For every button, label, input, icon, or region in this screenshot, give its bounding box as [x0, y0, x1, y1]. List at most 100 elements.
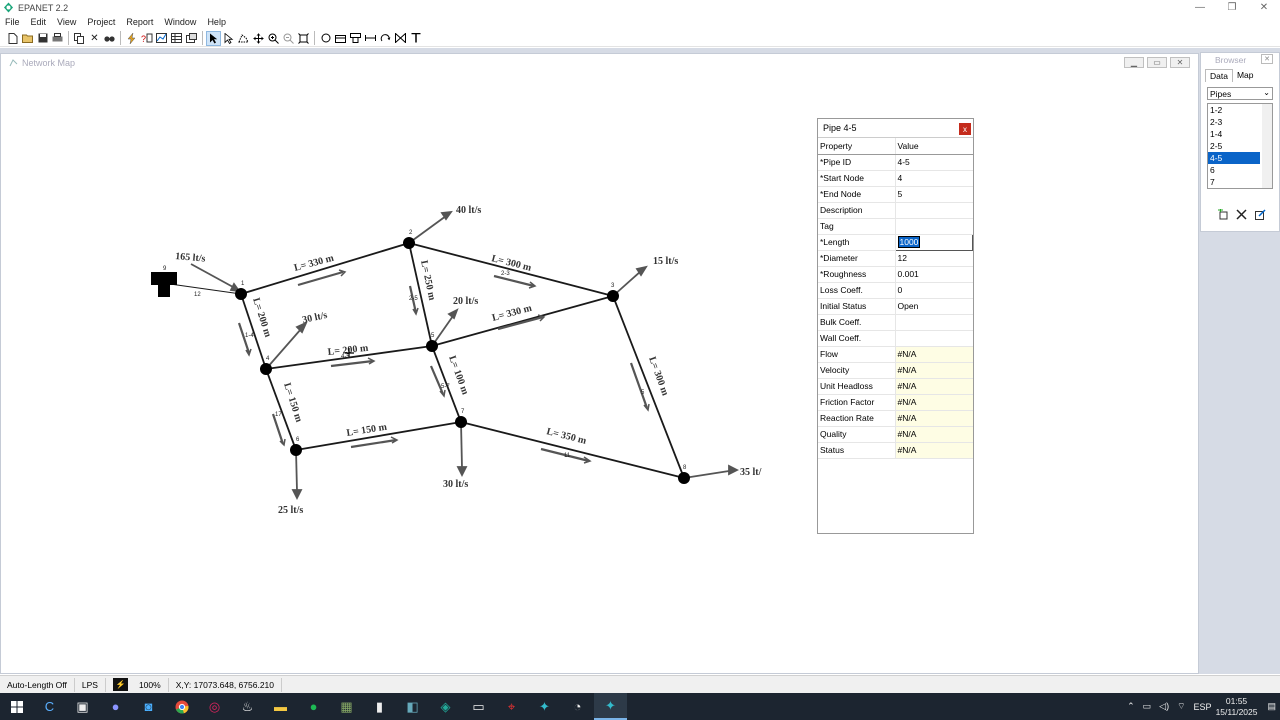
- cortana-icon[interactable]: C: [33, 693, 66, 720]
- copy-icon[interactable]: [72, 31, 87, 46]
- pipe-property-editor[interactable]: Pipe 4-5 x Property Value *Pipe ID 4-5 *S…: [817, 118, 974, 534]
- clock-app-icon[interactable]: ◔: [561, 693, 594, 720]
- window-app-icon[interactable]: ▭: [462, 693, 495, 720]
- new-icon[interactable]: [5, 31, 20, 46]
- property-row[interactable]: *End Node 5: [818, 186, 973, 203]
- junction-3[interactable]: [607, 290, 619, 302]
- acrobat-icon[interactable]: ⌖: [495, 693, 528, 720]
- pipe-7-8[interactable]: [460, 421, 685, 479]
- delete-icon[interactable]: ✕: [87, 31, 102, 46]
- property-row[interactable]: Initial Status Open: [818, 298, 973, 315]
- property-row[interactable]: *Pipe ID 4-5: [818, 154, 973, 171]
- excel-like-icon[interactable]: ◈: [429, 693, 462, 720]
- property-value[interactable]: 12: [895, 250, 973, 267]
- minimize-button[interactable]: —: [1184, 0, 1216, 15]
- menu-help[interactable]: Help: [202, 17, 232, 27]
- minecraft-icon[interactable]: ▦: [330, 693, 363, 720]
- list-item[interactable]: 1-4: [1208, 128, 1260, 140]
- list-item[interactable]: 2-3: [1208, 116, 1260, 128]
- network-icon[interactable]: ▭: [1143, 701, 1152, 712]
- print-icon[interactable]: [50, 31, 65, 46]
- property-value[interactable]: 5: [895, 186, 973, 203]
- property-row[interactable]: Description: [818, 202, 973, 219]
- query-icon[interactable]: ?: [139, 31, 154, 46]
- restore-button[interactable]: ❐: [1216, 0, 1248, 15]
- graph-icon[interactable]: [154, 31, 169, 46]
- property-row[interactable]: Loss Coeff. 0: [818, 282, 973, 299]
- usb-app-icon[interactable]: ▮: [363, 693, 396, 720]
- delete-object-icon[interactable]: [1236, 209, 1247, 223]
- epanet-active-taskbar-icon[interactable]: ✦: [594, 693, 627, 720]
- chevron-up-icon[interactable]: ⌃: [1127, 701, 1135, 712]
- list-item[interactable]: 1-2: [1208, 104, 1260, 116]
- add-valve-icon[interactable]: [393, 31, 408, 46]
- menu-view[interactable]: View: [52, 17, 82, 27]
- add-junction-icon[interactable]: [318, 31, 333, 46]
- property-value[interactable]: [895, 314, 973, 331]
- discord-icon[interactable]: ●: [99, 693, 132, 720]
- property-value[interactable]: [895, 330, 973, 347]
- object-list[interactable]: 1-2 2-3 1-4 2-5 4-5 6 7: [1207, 103, 1273, 189]
- property-value[interactable]: [895, 218, 973, 235]
- wifi-icon[interactable]: ⌔: [1177, 701, 1185, 712]
- opera-gx-icon[interactable]: ◎: [198, 693, 231, 720]
- list-item[interactable]: 6: [1208, 164, 1260, 176]
- property-row[interactable]: Wall Coeff.: [818, 330, 973, 347]
- edit-object-icon[interactable]: [1255, 209, 1266, 223]
- property-row[interactable]: Tag: [818, 218, 973, 235]
- junction-4[interactable]: [260, 363, 272, 375]
- open-icon[interactable]: [20, 31, 35, 46]
- pipe-1-2[interactable]: [240, 242, 410, 295]
- length-value-field[interactable]: 1000: [894, 233, 973, 251]
- find-icon[interactable]: [102, 31, 117, 46]
- save-icon[interactable]: [35, 31, 50, 46]
- add-label-icon[interactable]: [408, 31, 423, 46]
- pan-icon[interactable]: [251, 31, 266, 46]
- junction-6[interactable]: [290, 444, 302, 456]
- property-row[interactable]: *Roughness 0.001: [818, 266, 973, 283]
- run-icon[interactable]: [124, 31, 139, 46]
- spotify-icon[interactable]: ●: [297, 693, 330, 720]
- speaker-icon[interactable]: ◁): [1159, 701, 1169, 712]
- select-vertex-icon[interactable]: [221, 31, 236, 46]
- remote-desktop-icon[interactable]: ◧: [396, 693, 429, 720]
- reservoir-9[interactable]: [151, 272, 177, 297]
- select-region-icon[interactable]: [236, 31, 251, 46]
- keyboard-language[interactable]: ESP: [1194, 702, 1212, 712]
- close-window-button[interactable]: ✕: [1248, 0, 1280, 15]
- add-pipe-icon[interactable]: [363, 31, 378, 46]
- junction-8[interactable]: [678, 472, 690, 484]
- notification-icon[interactable]: ▤: [1267, 701, 1276, 712]
- object-category-select[interactable]: Pipes ⌄: [1207, 87, 1273, 100]
- list-item-selected[interactable]: 4-5: [1208, 152, 1260, 164]
- browser-panel[interactable]: Browser ✕ Data Map Pipes ⌄ 1-2 2-3 1-4 2…: [1200, 52, 1280, 232]
- steam-icon[interactable]: ♨: [231, 693, 264, 720]
- add-tank-icon[interactable]: [348, 31, 363, 46]
- add-object-icon[interactable]: [1217, 209, 1228, 223]
- property-value[interactable]: 0.001: [895, 266, 973, 283]
- property-value[interactable]: 0: [895, 282, 973, 299]
- epanet-taskbar-icon[interactable]: ✦: [528, 693, 561, 720]
- property-row[interactable]: Bulk Coeff.: [818, 314, 973, 331]
- junction-1[interactable]: [235, 288, 247, 300]
- network-map-canvas[interactable]: L= 330 m L= 300 m L= 250 m L= 200 m L= 3…: [1, 71, 1198, 671]
- pipe-2-3[interactable]: [408, 242, 614, 297]
- list-item[interactable]: 2-5: [1208, 140, 1260, 152]
- tab-map[interactable]: Map: [1233, 69, 1258, 82]
- chrome-icon[interactable]: [165, 693, 198, 720]
- pipe-3-8[interactable]: [612, 295, 685, 479]
- network-map-window[interactable]: Network Map ▁ ▭ ✕ L= 330 m L= 300 m L= 2…: [0, 53, 1199, 674]
- file-explorer-icon[interactable]: ▬: [264, 693, 297, 720]
- property-value[interactable]: 4-5: [895, 154, 973, 171]
- add-reservoir-icon[interactable]: [333, 31, 348, 46]
- full-extent-icon[interactable]: [296, 31, 311, 46]
- property-value[interactable]: Open: [895, 298, 973, 315]
- zoom-out-icon[interactable]: [281, 31, 296, 46]
- messenger-app-icon[interactable]: ◙: [132, 693, 165, 720]
- table-icon[interactable]: [169, 31, 184, 46]
- menu-edit[interactable]: Edit: [26, 17, 53, 27]
- list-scrollbar[interactable]: [1262, 104, 1272, 188]
- select-object-icon[interactable]: [206, 30, 221, 46]
- zoom-in-icon[interactable]: [266, 31, 281, 46]
- close-icon[interactable]: x: [959, 123, 971, 135]
